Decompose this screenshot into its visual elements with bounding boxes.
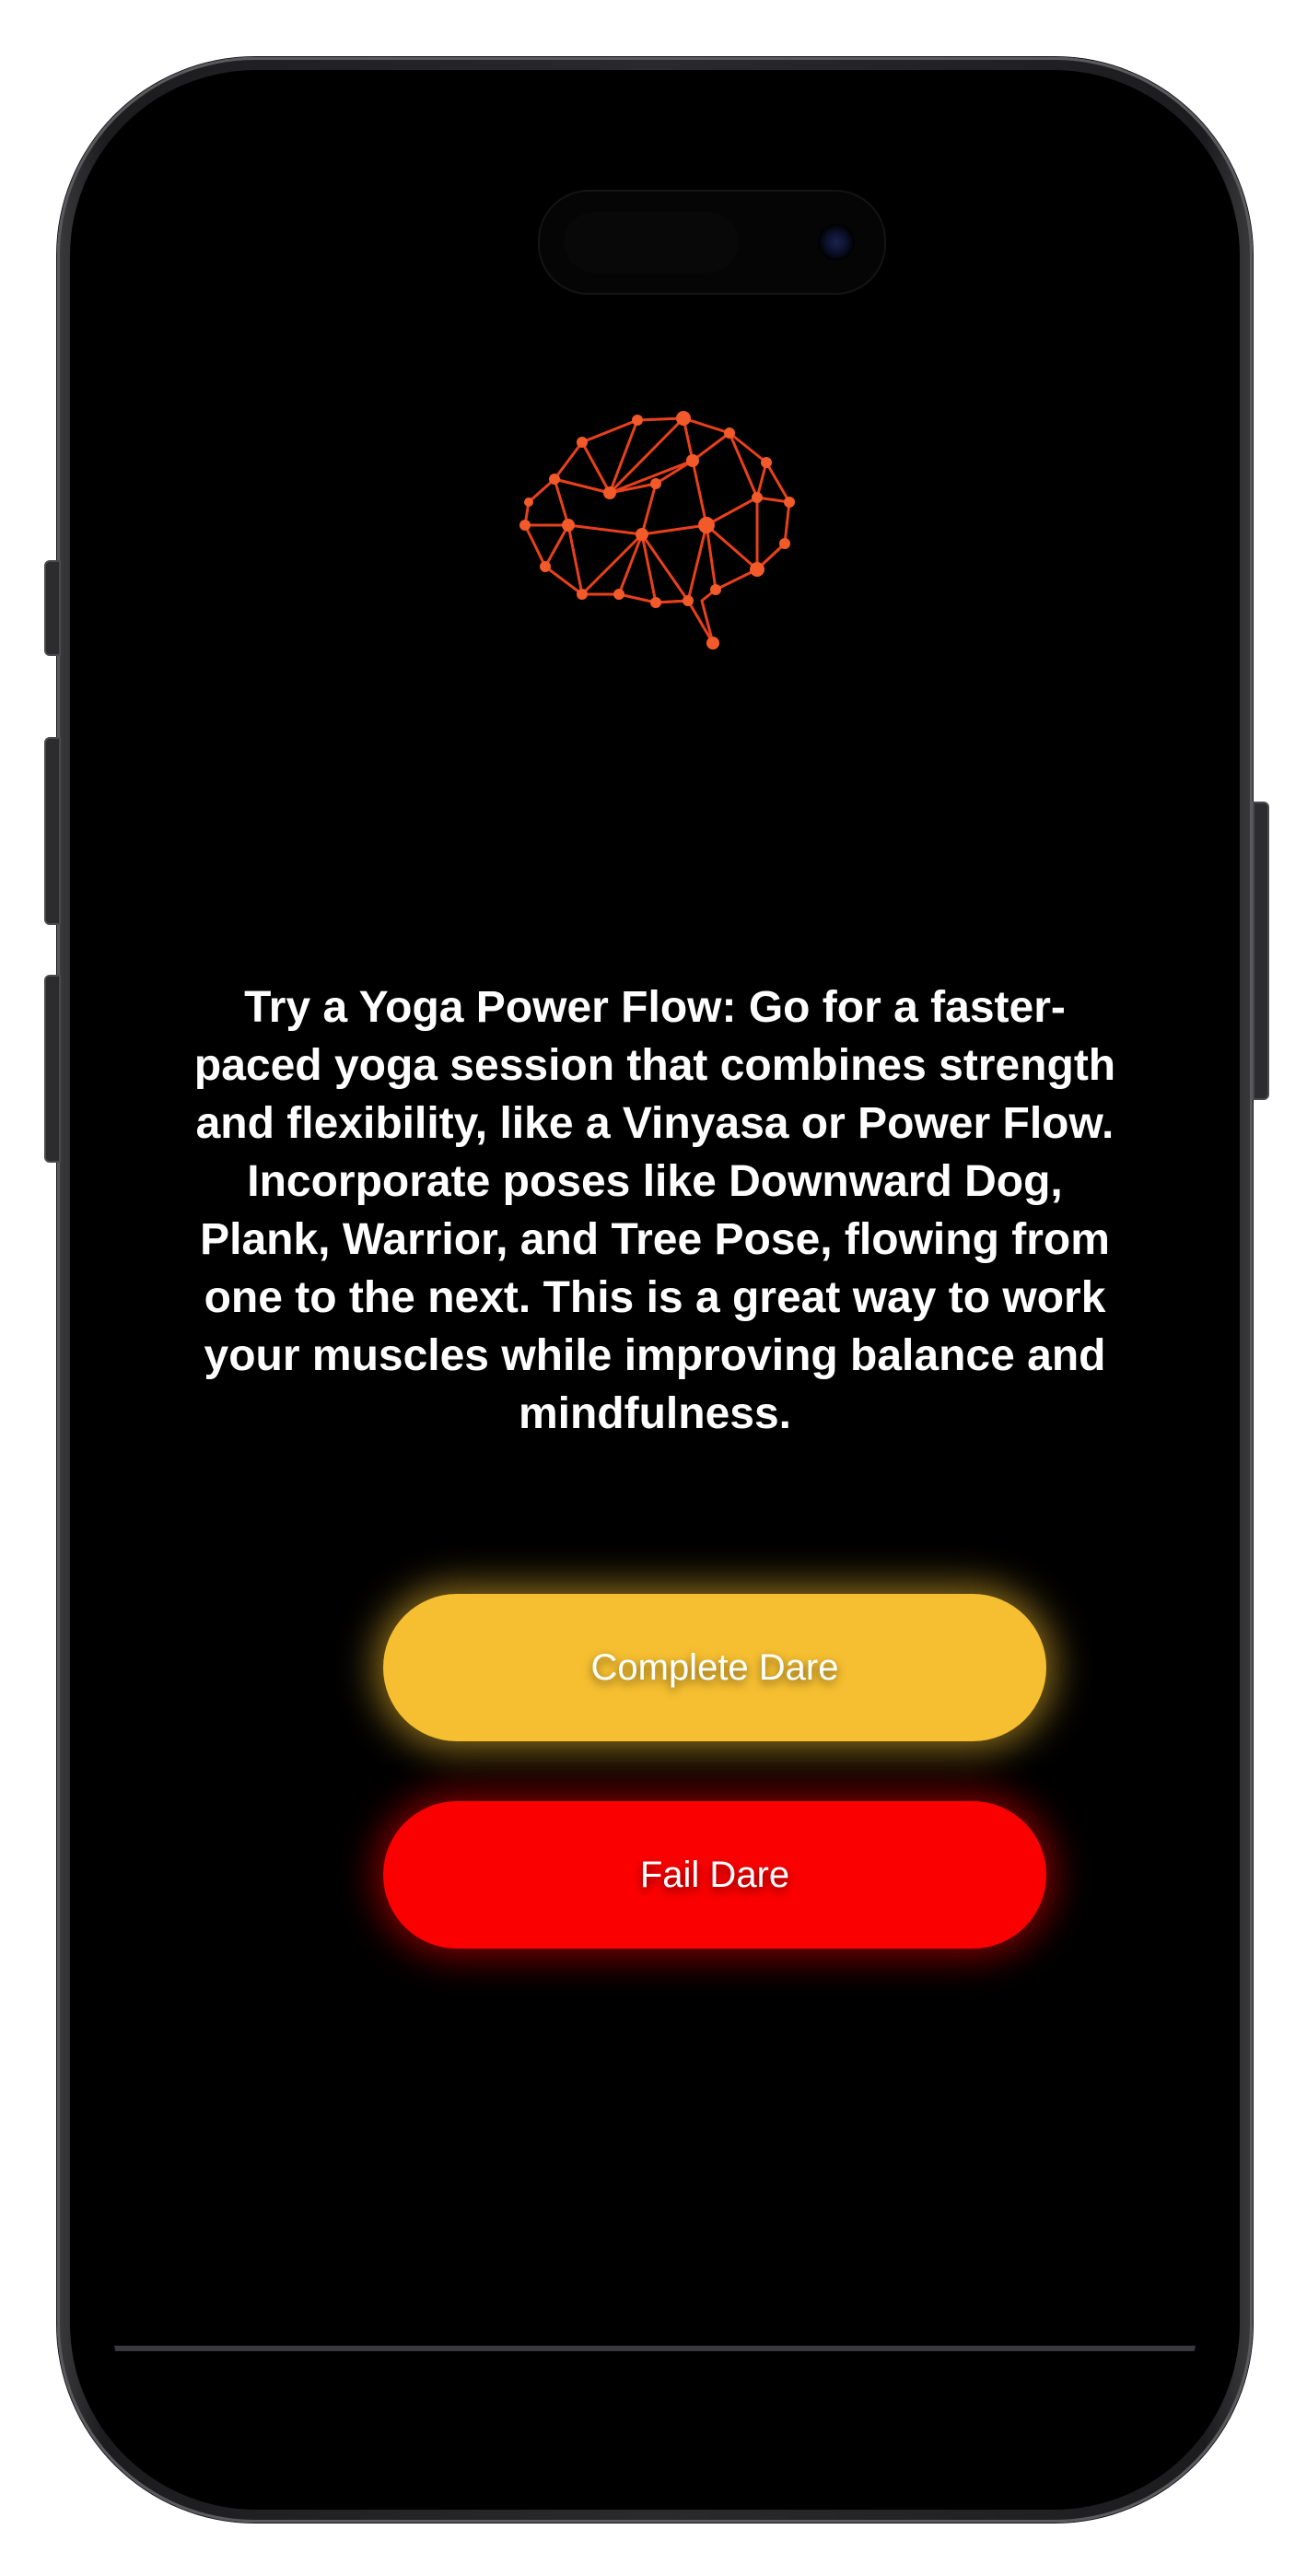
complete-dare-button[interactable]: Complete Dare <box>383 1594 1046 1741</box>
app-screen: Try a Yoga Power Flow: Go for a faster-p… <box>111 111 1199 2469</box>
volume-up-button[interactable] <box>44 737 61 925</box>
bottom-divider <box>111 2346 1199 2351</box>
fail-dare-button[interactable]: Fail Dare <box>383 1801 1046 1949</box>
dynamic-island <box>538 190 886 295</box>
dare-description: Try a Yoga Power Flow: Go for a faster-p… <box>193 983 1116 1438</box>
face-id-sensor <box>564 212 739 273</box>
brain-network-icon <box>519 411 795 650</box>
phone-frame: Try a Yoga Power Flow: Go for a faster-p… <box>57 57 1253 2523</box>
power-button[interactable] <box>1253 802 1269 1100</box>
action-button[interactable] <box>44 560 61 656</box>
camera-lens-icon <box>818 224 855 261</box>
volume-down-button[interactable] <box>44 975 61 1163</box>
